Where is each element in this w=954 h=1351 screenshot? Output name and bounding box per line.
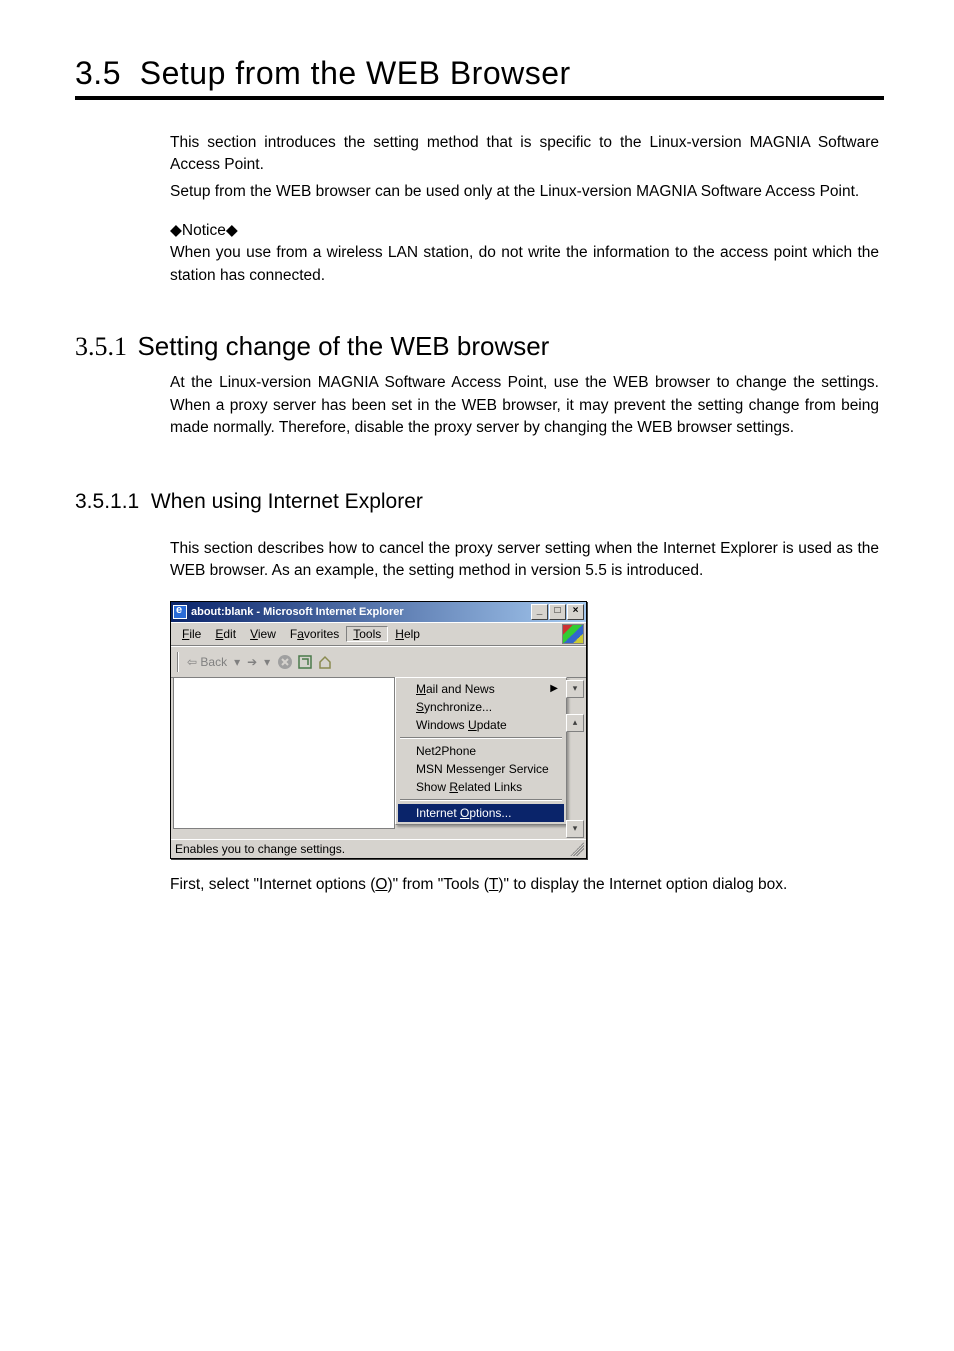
menu-item-net2phone[interactable]: Net2Phone [398, 742, 564, 760]
section-heading: 3.5 Setup from the WEB Browser [75, 55, 884, 92]
toolbar: ⇦ Back ▾ ➔ ▾ [171, 646, 586, 678]
menu-item-mail-and-news[interactable]: Mail and News▶ [398, 680, 564, 698]
stop-icon[interactable] [277, 654, 293, 670]
submenu-arrow-icon: ▶ [550, 683, 558, 694]
menu-help[interactable]: Help [388, 626, 427, 642]
ie-screenshot: about:blank - Microsoft Internet Explore… [170, 601, 884, 859]
back-button[interactable]: ⇦ Back [187, 655, 227, 669]
subsubsection-number: 3.5.1.1 [75, 490, 139, 513]
menu-file[interactable]: File [175, 626, 208, 642]
figure-caption: First, select "Internet options (O)" fro… [170, 874, 884, 896]
home-icon[interactable] [317, 654, 333, 670]
section-number: 3.5 [75, 55, 121, 91]
menu-bar: File Edit View Favorites Tools Help [171, 622, 586, 646]
browser-viewport [173, 678, 395, 829]
subsection-number: 3.5.1 [75, 332, 127, 361]
forward-button[interactable]: ➔ [247, 655, 257, 669]
menu-separator [400, 737, 562, 739]
notice-text: When you use from a wireless LAN station… [170, 242, 879, 287]
scroll-up-arrow[interactable]: ▴ [566, 714, 584, 732]
close-button[interactable]: × [567, 604, 584, 620]
heading-rule [75, 96, 884, 100]
menu-separator [400, 799, 562, 801]
notice-label: ◆Notice◆ [170, 221, 879, 240]
ie-icon [173, 605, 187, 619]
menu-view[interactable]: View [243, 626, 283, 642]
subsection-heading: 3.5.1 Setting change of the WEB browser [75, 331, 884, 362]
subsection-title: Setting change of the WEB browser [137, 331, 549, 361]
tools-dropdown: Mail and News▶ Synchronize... Windows Up… [395, 677, 567, 825]
subsubsection-heading: 3.5.1.1 When using Internet Explorer [75, 490, 884, 514]
subsection-paragraph: At the Linux-version MAGNIA Software Acc… [170, 372, 879, 439]
menu-favorites[interactable]: Favorites [283, 626, 346, 642]
status-text: Enables you to change settings. [175, 842, 345, 856]
minimize-button[interactable]: _ [531, 604, 548, 620]
dropdown-icon[interactable]: ▾ [261, 655, 273, 669]
resize-grip-icon[interactable] [570, 842, 584, 856]
menu-item-internet-options[interactable]: Internet Options... [398, 804, 564, 822]
status-bar: Enables you to change settings. [171, 839, 586, 858]
menu-item-windows-update[interactable]: Windows Update [398, 716, 564, 734]
subsubsection-paragraph: This section describes how to cancel the… [170, 538, 879, 583]
menu-tools[interactable]: Tools [346, 626, 388, 642]
scroll-down-button[interactable]: ▾ [566, 820, 584, 838]
maximize-button[interactable]: □ [549, 604, 566, 620]
menu-item-msn-messenger[interactable]: MSN Messenger Service [398, 760, 564, 778]
toolbar-grip [177, 652, 179, 672]
menu-item-show-related-links[interactable]: Show Related Links [398, 778, 564, 796]
menu-edit[interactable]: Edit [208, 626, 243, 642]
menu-item-synchronize[interactable]: Synchronize... [398, 698, 564, 716]
throbber-icon [562, 624, 584, 644]
refresh-icon[interactable] [297, 654, 313, 670]
section-title: Setup from the WEB Browser [140, 55, 571, 91]
intro-paragraph-1: This section introduces the setting meth… [170, 132, 879, 177]
subsubsection-title: When using Internet Explorer [151, 490, 423, 513]
window-title: about:blank - Microsoft Internet Explore… [191, 606, 531, 618]
scroll-up-button[interactable]: ▾ [566, 680, 584, 698]
dropdown-icon[interactable]: ▾ [231, 655, 243, 669]
window-titlebar[interactable]: about:blank - Microsoft Internet Explore… [171, 602, 586, 622]
intro-paragraph-2: Setup from the WEB browser can be used o… [170, 181, 879, 203]
